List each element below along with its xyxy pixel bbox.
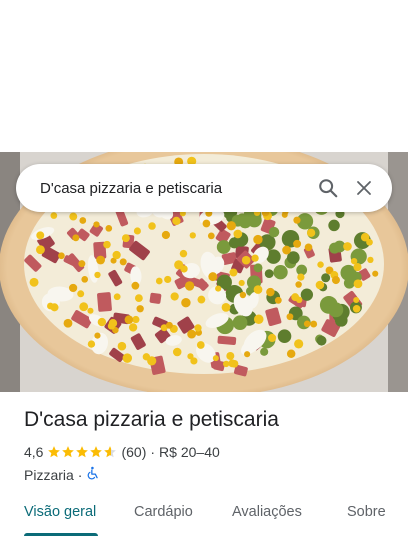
- tab-about[interactable]: Sobre: [347, 504, 386, 520]
- tab-menu[interactable]: Cardápio: [134, 504, 193, 520]
- search-icon[interactable]: [310, 170, 346, 206]
- search-bar[interactable]: D'casa pizzaria e petiscaria: [16, 164, 392, 212]
- price-range: R$ 20–40: [159, 444, 220, 460]
- star-rating: [47, 445, 117, 459]
- wheelchair-icon: [86, 466, 100, 483]
- search-input[interactable]: D'casa pizzaria e petiscaria: [40, 180, 310, 197]
- star-icon: [62, 446, 75, 458]
- rating-row[interactable]: 4,6 (60) · R$ 20–40: [24, 444, 220, 460]
- rating-value: 4,6: [24, 444, 44, 460]
- separator-dot: ·: [150, 444, 156, 460]
- separator-dot: ·: [77, 466, 83, 483]
- star-icon: [76, 446, 89, 458]
- close-icon[interactable]: [346, 170, 382, 206]
- tab-overview[interactable]: Visão geral: [24, 504, 96, 520]
- review-count[interactable]: (60): [121, 444, 146, 460]
- star-icon: [104, 446, 117, 458]
- category-row: Pizzaria ·: [24, 466, 100, 483]
- star-icon: [90, 446, 103, 458]
- place-category[interactable]: Pizzaria: [24, 467, 74, 483]
- place-title: D'casa pizzaria e petiscaria: [24, 408, 279, 431]
- active-tab-indicator: [24, 533, 98, 536]
- star-icon: [48, 446, 61, 458]
- place-tabs: Visão geral Cardápio Avaliações Sobre: [0, 494, 408, 536]
- tab-reviews[interactable]: Avaliações: [232, 504, 302, 520]
